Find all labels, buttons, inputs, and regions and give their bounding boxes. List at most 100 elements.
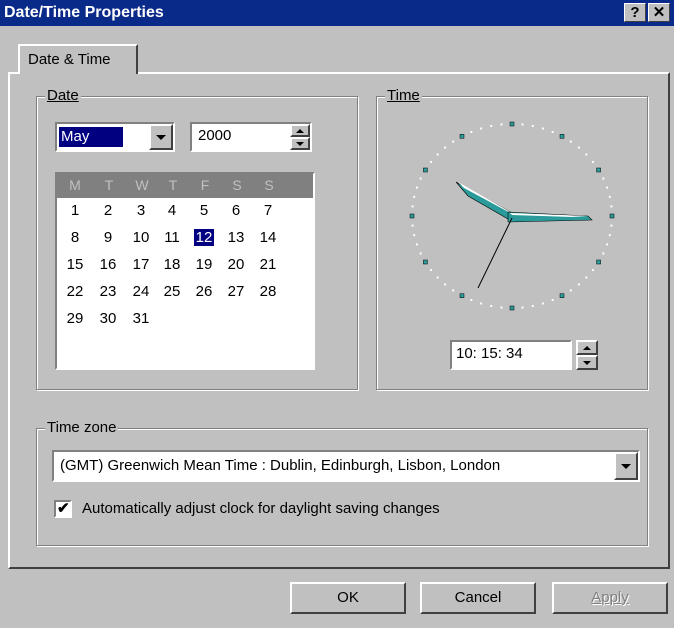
calendar-day[interactable]: 21 — [254, 256, 282, 273]
calendar-day[interactable]: 16 — [94, 256, 122, 273]
time-up-button[interactable] — [576, 340, 598, 355]
calendar-day[interactable]: 4 — [158, 202, 186, 219]
hour-marker — [596, 259, 601, 265]
minute-marker — [500, 306, 503, 309]
calendar[interactable]: M T W T F S S 1 2 3 4 5 6 7 8 9 10 11 12 13 14 15 16 17 1… — [55, 172, 315, 370]
minute-marker — [430, 269, 433, 272]
calendar-day[interactable]: 17 — [127, 256, 155, 273]
calendar-day[interactable]: 5 — [190, 202, 218, 219]
calendar-day[interactable]: 28 — [254, 283, 282, 300]
weekday-header: M T W T F S S — [57, 174, 313, 198]
calendar-day[interactable]: 2 — [94, 202, 122, 219]
year-spinner[interactable]: 2000 — [190, 122, 312, 152]
time-down-button[interactable] — [576, 355, 598, 370]
year-value: 2000 — [198, 127, 232, 144]
calendar-day[interactable]: 13 — [222, 229, 250, 246]
spin-up-icon — [296, 129, 304, 133]
hour-marker — [459, 293, 465, 298]
hour-marker — [596, 167, 601, 173]
minute-marker — [419, 177, 422, 180]
calendar-day[interactable]: 25 — [158, 283, 186, 300]
minute-marker — [452, 289, 455, 292]
minute-marker — [591, 269, 594, 272]
hour-marker — [559, 134, 565, 139]
minute-marker — [606, 243, 609, 246]
time-legend: Time — [385, 87, 422, 104]
hour-marker — [609, 213, 615, 219]
calendar-day[interactable]: 6 — [222, 202, 250, 219]
hour-marker — [559, 293, 565, 298]
minute-marker — [602, 252, 605, 255]
calendar-day[interactable]: 18 — [158, 256, 186, 273]
ok-label: OK — [337, 589, 359, 606]
time-spinner[interactable]: 10: 15: 34 — [450, 340, 572, 370]
calendar-day[interactable]: 9 — [94, 229, 122, 246]
ok-button[interactable]: OK — [290, 582, 406, 614]
calendar-day[interactable]: 29 — [61, 310, 89, 327]
minute-marker — [413, 195, 416, 198]
year-down-button[interactable] — [290, 137, 310, 150]
chevron-down-icon — [621, 464, 631, 469]
minute-marker — [436, 276, 439, 279]
calendar-day[interactable]: 20 — [222, 256, 250, 273]
minute-marker — [610, 205, 613, 208]
hour-marker — [509, 121, 515, 127]
apply-label: Apply — [591, 589, 629, 606]
apply-button[interactable]: Apply — [552, 582, 668, 614]
month-dropdown-button[interactable] — [149, 124, 173, 150]
calendar-day-selected[interactable]: 12 — [194, 229, 214, 246]
calendar-day[interactable]: 1 — [61, 202, 89, 219]
close-button[interactable]: ✕ — [648, 3, 670, 22]
calendar-day[interactable]: 15 — [61, 256, 89, 273]
chevron-down-icon — [156, 135, 166, 140]
calendar-day[interactable]: 19 — [190, 256, 218, 273]
minute-marker — [531, 125, 534, 128]
minute-marker — [606, 186, 609, 189]
close-icon: ✕ — [652, 4, 666, 21]
calendar-day[interactable]: 24 — [127, 283, 155, 300]
weekday-label: S — [232, 177, 242, 193]
cancel-button[interactable]: Cancel — [420, 582, 536, 614]
tab-date-time[interactable]: Date & Time — [18, 44, 138, 74]
calendar-day[interactable]: 27 — [222, 283, 250, 300]
timezone-legend: Time zone — [45, 419, 119, 436]
minute-marker — [419, 252, 422, 255]
calendar-day[interactable]: 23 — [94, 283, 122, 300]
calendar-day[interactable]: 30 — [94, 310, 122, 327]
minute-marker — [415, 186, 418, 189]
help-icon: ? — [630, 4, 640, 21]
minute-marker — [610, 224, 613, 227]
calendar-day[interactable]: 7 — [254, 202, 282, 219]
analog-clock — [409, 121, 615, 311]
calendar-day[interactable]: 14 — [254, 229, 282, 246]
year-up-button[interactable] — [290, 124, 310, 137]
minute-marker — [411, 205, 414, 208]
minute-marker — [436, 153, 439, 156]
hour-marker — [423, 259, 428, 265]
minute-marker — [413, 234, 416, 237]
month-dropdown[interactable]: May — [55, 122, 175, 152]
minute-marker — [470, 299, 473, 302]
dst-checkbox[interactable]: ✔ — [54, 500, 72, 518]
calendar-day[interactable]: 10 — [127, 229, 155, 246]
timezone-dropdown-button[interactable] — [614, 452, 638, 480]
calendar-day[interactable]: 22 — [61, 283, 89, 300]
dst-label: Automatically adjust clock for daylight … — [82, 500, 440, 517]
hour-marker — [423, 167, 428, 173]
minute-marker — [430, 160, 433, 163]
minute-marker — [591, 160, 594, 163]
minute-marker — [577, 283, 580, 286]
help-button[interactable]: ? — [624, 3, 646, 22]
calendar-day[interactable]: 8 — [61, 229, 89, 246]
hour-marker — [409, 213, 415, 219]
timezone-dropdown[interactable]: (GMT) Greenwich Mean Time : Dublin, Edin… — [52, 450, 640, 482]
minute-marker — [569, 140, 572, 143]
calendar-day[interactable]: 31 — [127, 310, 155, 327]
calendar-day[interactable]: 3 — [127, 202, 155, 219]
spin-down-icon — [296, 142, 304, 146]
calendar-day[interactable]: 26 — [190, 283, 218, 300]
calendar-day[interactable]: 11 — [158, 229, 186, 246]
minute-marker — [577, 146, 580, 149]
weekday-label: F — [200, 177, 210, 193]
month-value: May — [57, 126, 125, 148]
